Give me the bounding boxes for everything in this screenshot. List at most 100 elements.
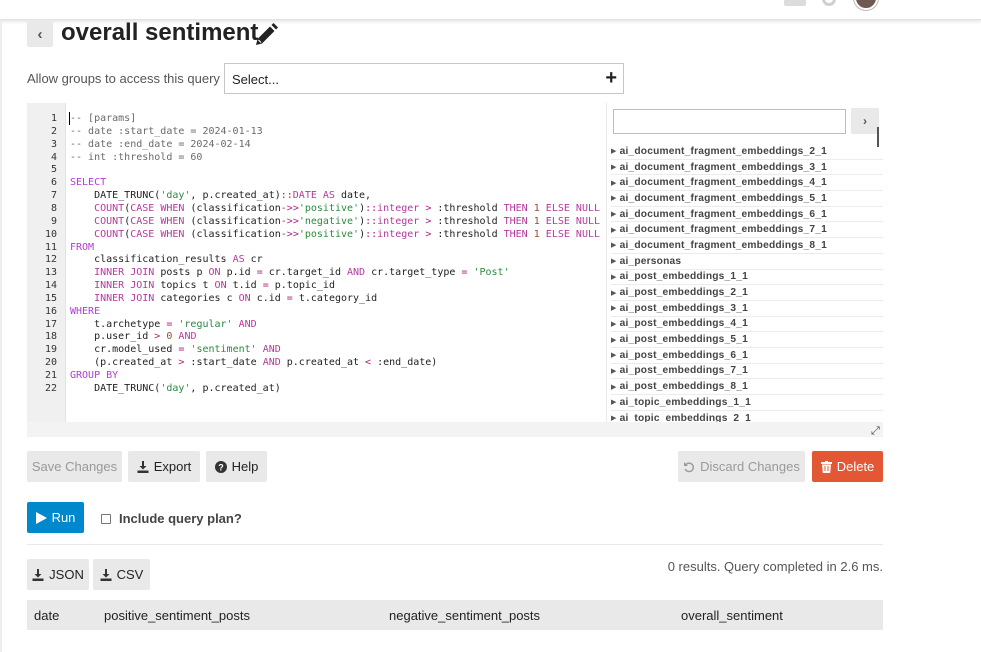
- schema-table-item[interactable]: ▶ ai_document_fragment_embeddings_3_1: [611, 160, 883, 176]
- delete-label: Delete: [836, 459, 875, 474]
- schema-table-name: ai_topic_embeddings_1_1: [619, 396, 752, 408]
- line-number: 12: [44, 254, 57, 266]
- help-button[interactable]: ? Help: [206, 451, 267, 482]
- include-query-plan-label: Include query plan?: [119, 511, 242, 526]
- line-number: 13: [44, 267, 57, 279]
- caret-right-icon: ▶: [611, 320, 617, 328]
- code-line: FROM: [70, 241, 95, 253]
- column-header: negative_sentiment_posts: [389, 608, 541, 623]
- resize-icon[interactable]: ⤢: [871, 425, 880, 438]
- code-line: -- date :start_date = 2024-01-13: [70, 125, 263, 137]
- schema-table-item[interactable]: ▶ ai_document_fragment_embeddings_6_1: [611, 207, 883, 223]
- export-button[interactable]: Export: [128, 451, 200, 482]
- back-button[interactable]: ‹: [27, 21, 53, 47]
- line-number: 1: [50, 113, 57, 124]
- caret-right-icon: ▶: [611, 226, 617, 234]
- code-line: -- date :end_date = 2024-02-14: [70, 138, 251, 150]
- line-number: 5: [50, 164, 57, 176]
- code-line: INNER JOIN topics t ON t.id = p.topic_id: [94, 280, 335, 292]
- schema-toggle-button[interactable]: ›: [851, 108, 879, 134]
- code-line: COUNT(CASE WHEN (classification->>'posit…: [94, 228, 601, 240]
- code-line: p.user_id > 0 AND: [70, 331, 197, 343]
- sql-editor[interactable]: 1 -- [params] 2 -- date :start_date = 2024-…: [27, 103, 606, 422]
- code-line: -- [params]: [70, 113, 137, 124]
- caret-right-icon: ▶: [611, 195, 617, 203]
- schema-table-item[interactable]: ▶ ai_post_embeddings_2_1: [611, 285, 883, 301]
- caret-right-icon: ▶: [611, 164, 617, 172]
- chat-icon[interactable]: [784, 0, 806, 6]
- caret-right-icon: ▶: [611, 179, 617, 187]
- schema-table-item[interactable]: ▶ ai_post_embeddings_4_1: [611, 317, 883, 333]
- schema-table-item[interactable]: ▶ ai_post_embeddings_5_1: [611, 332, 883, 348]
- schema-table-item[interactable]: ▶ ai_post_embeddings_1_1: [611, 270, 883, 286]
- caret-right-icon: ▶: [611, 399, 617, 407]
- site-header: [0, 0, 981, 20]
- schema-table-item[interactable]: ▶ ai_personas: [611, 254, 883, 270]
- code-line: -- int :threshold = 60: [70, 151, 203, 163]
- schema-panel: › ▶ ai_document_fragment_embeddings_2_1 ▶ a…: [606, 103, 883, 422]
- delete-button[interactable]: Delete: [812, 451, 883, 482]
- code-line: classification_results AS cr: [70, 254, 263, 266]
- download-icon: [137, 460, 149, 473]
- schema-table-item[interactable]: ▶ ai_post_embeddings_8_1: [611, 379, 883, 395]
- run-label: Run: [51, 510, 76, 525]
- column-header: overall_sentiment: [681, 608, 783, 623]
- caret-right-icon: ▶: [611, 305, 617, 313]
- trash-icon: [820, 460, 832, 473]
- plus-icon[interactable]: +: [605, 67, 617, 89]
- run-button[interactable]: Run: [27, 502, 84, 533]
- schema-table-item[interactable]: ▶ ai_topic_embeddings_1_1: [611, 395, 883, 411]
- undo-icon: [683, 461, 695, 473]
- code-line: t.archetype = 'regular' AND: [70, 318, 257, 330]
- schema-table-item[interactable]: ▶ ai_post_embeddings_6_1: [611, 348, 883, 364]
- save-label: Save Changes: [31, 459, 118, 474]
- schema-table-item[interactable]: ▶ ai_document_fragment_embeddings_2_1: [611, 144, 883, 160]
- query-result-status: 0 results. Query completed in 2.6 ms.: [667, 559, 883, 574]
- line-number: 3: [50, 138, 57, 150]
- discard-changes-button[interactable]: Discard Changes: [678, 451, 805, 482]
- line-number: 2: [50, 125, 57, 137]
- text-cursor: [69, 112, 70, 125]
- line-number: 7: [50, 190, 57, 202]
- schema-table-item[interactable]: ▶ ai_document_fragment_embeddings_8_1: [611, 238, 883, 254]
- schema-table-name: ai_document_fragment_embeddings_3_1: [619, 161, 828, 173]
- search-icon[interactable]: [822, 0, 836, 6]
- save-changes-button[interactable]: Save Changes: [27, 451, 122, 482]
- export-label: Export: [153, 459, 192, 474]
- schema-table-item[interactable]: ▶ ai_document_fragment_embeddings_7_1: [611, 222, 883, 239]
- schema-table-item[interactable]: ▶ ai_document_fragment_embeddings_5_1: [611, 191, 883, 207]
- download-json-button[interactable]: JSON: [27, 559, 89, 590]
- line-number: 9: [50, 215, 57, 227]
- schema-table-item[interactable]: ▶ ai_post_embeddings_7_1: [611, 364, 883, 380]
- user-avatar[interactable]: [854, 0, 878, 10]
- pencil-icon[interactable]: [253, 22, 279, 48]
- schema-table-name: ai_document_fragment_embeddings_6_1: [619, 208, 828, 220]
- caret-right-icon: ▶: [611, 258, 617, 266]
- schema-table-name: ai_personas: [619, 255, 682, 267]
- schema-table-item[interactable]: ▶ ai_topic_embeddings_2_1: [611, 411, 883, 422]
- discard-label: Discard Changes: [700, 459, 800, 474]
- code-line: GROUP BY: [70, 370, 119, 381]
- groups-select[interactable]: Select... +: [224, 63, 624, 94]
- line-number: 11: [44, 241, 57, 253]
- caret-right-icon: ▶: [611, 148, 617, 156]
- include-query-plan-checkbox[interactable]: [101, 514, 111, 524]
- schema-table-item[interactable]: ▶ ai_document_fragment_embeddings_4_1: [611, 175, 883, 192]
- column-header: positive_sentiment_posts: [104, 608, 250, 623]
- caret-right-icon: ▶: [611, 211, 617, 219]
- schema-table-name: ai_post_embeddings_2_1: [619, 287, 748, 299]
- schema-table-name: ai_post_embeddings_5_1: [619, 334, 748, 346]
- column-header: date: [34, 608, 60, 623]
- schema-filter-input[interactable]: [613, 109, 846, 134]
- schema-table-item[interactable]: ▶ ai_post_embeddings_3_1: [611, 301, 883, 317]
- schema-table-name: ai_topic_embeddings_2_1: [619, 412, 752, 422]
- caret-right-icon: ▶: [611, 383, 617, 391]
- page-title: overall sentiment: [61, 19, 259, 46]
- line-number: 16: [44, 305, 57, 317]
- schema-table-name: ai_document_fragment_embeddings_2_1: [619, 145, 828, 157]
- code-line: (p.created_at > :start_date AND p.create…: [70, 357, 438, 369]
- section-divider: [27, 544, 883, 545]
- line-number: 15: [44, 292, 57, 304]
- download-csv-button[interactable]: CSV: [93, 559, 150, 590]
- code-line: COUNT(CASE WHEN (classification->>'negat…: [94, 215, 601, 227]
